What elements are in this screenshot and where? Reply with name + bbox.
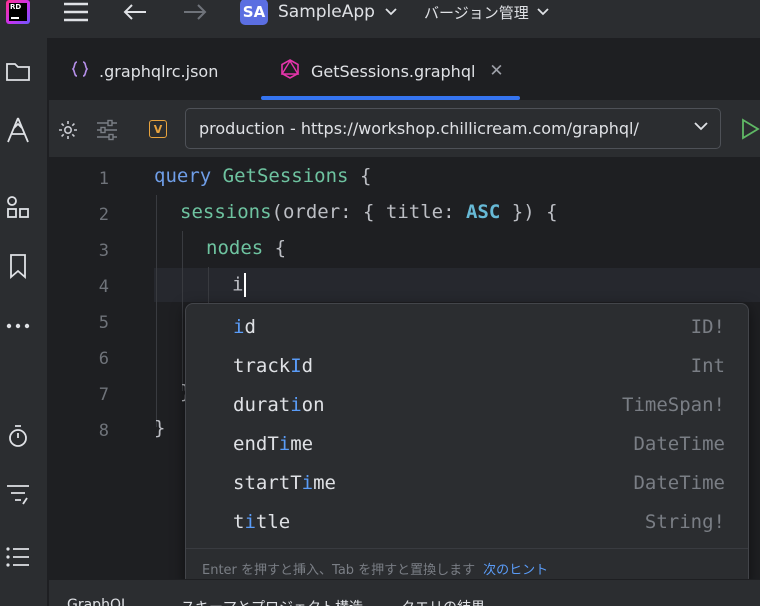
tab-graphqlrc-json[interactable]: .graphqlrc.json [71,56,218,86]
code-line-4: i [232,273,247,297]
enum-value: ASC [465,201,501,223]
field-nodes: nodes [206,237,264,259]
tab-label: .graphqlrc.json [99,61,219,81]
close-icon[interactable]: ✕ [489,61,503,81]
project-name: SampleApp [278,2,375,22]
graphql-schema-icon[interactable] [4,116,32,144]
run-query-button[interactable] [739,118,760,144]
main-menu-icon[interactable] [62,0,90,24]
rider-logo-icon[interactable]: RD [6,0,30,24]
bookmark-icon[interactable] [4,252,32,280]
completion-item-starttime[interactable]: startTime DateTime [186,465,748,504]
code-line-3: nodes { [206,237,286,259]
graphql-icon [279,58,301,84]
title-bar: RD SA SampleApp バージョン管理 [0,0,760,38]
stopwatch-icon[interactable] [4,422,32,450]
line-number: 3 [98,241,109,261]
indent-guide [182,231,183,391]
args-open: (order: { title: [271,201,466,223]
tab-label: GetSessions.graphql [311,61,476,81]
line-number: 7 [98,385,109,405]
structure-icon[interactable] [4,193,32,221]
vcs-menu[interactable]: バージョン管理 [424,0,549,24]
completion-item-id[interactable]: id ID! [186,309,748,348]
completion-item-endtime[interactable]: endTime DateTime [186,426,748,465]
chevron-down-icon [385,8,397,16]
forward-arrow-icon[interactable] [180,0,210,24]
chevron-down-icon [694,122,708,131]
left-tool-strip [0,38,48,606]
line-number: 4 [98,277,109,297]
typed-text: i [232,273,244,296]
completion-hint: Enter を押すと挿入、Tab を押すと置換します [202,562,476,578]
tab-schema-structure[interactable]: スキーマとプロジェクト構造 [181,597,363,606]
completion-item-duration[interactable]: duration TimeSpan! [186,387,748,426]
line-number: 2 [98,205,109,225]
endpoint-select[interactable]: production - https://workshop.chillicrea… [185,108,721,149]
code-line-8: } [154,417,165,439]
indent-guide [156,195,157,427]
line-number: 1 [98,169,109,189]
completion-item-trackid[interactable]: trackId Int [186,348,748,387]
completion-label: duration [233,394,325,416]
project-avatar: SA [240,0,268,25]
completion-label: id [233,316,256,338]
gear-icon[interactable] [54,116,82,144]
completion-label: startTime [233,472,336,494]
completion-item-title[interactable]: title String! [186,504,748,543]
code-line-1: query GetSessions { [154,165,371,187]
tab-graphql-tool[interactable]: GraphQL [67,597,129,606]
completion-type: String! [644,511,725,533]
brace: { [348,165,372,187]
vcs-label: バージョン管理 [424,3,529,22]
tab-getsessions-graphql[interactable]: GetSessions.graphql ✕ [279,56,504,86]
folder-icon[interactable] [4,58,32,86]
keyword-query: query [154,165,212,187]
completion-popup: id ID! trackId Int duration TimeSpan! en… [185,303,749,586]
editor-tabs: .graphqlrc.json GetSessions.graphql ✕ [49,38,760,100]
filter-icon[interactable] [4,480,32,508]
bottom-tool-strip: GraphQL スキーマとプロジェクト構造 クエリの結果 [49,579,760,606]
completion-label: title [233,511,291,533]
chevron-down-icon [537,8,549,16]
line-number: 6 [98,349,109,369]
completion-type: TimeSpan! [622,394,725,416]
settings-sliders-icon[interactable] [93,116,121,144]
tab-query-results[interactable]: クエリの結果 [401,597,485,606]
brace: } [154,417,166,439]
completion-type: DateTime [633,433,725,455]
endpoint-value: production - https://workshop.chillicrea… [199,119,639,138]
completion-type: DateTime [633,472,725,494]
text-caret [244,273,247,297]
code-line-2: sessions(order: { title: ASC }) { [180,201,558,223]
more-tools-icon[interactable] [4,312,32,340]
completion-type: ID! [690,316,725,338]
args-close: }) { [500,201,558,223]
completion-label: endTime [233,433,314,455]
list-icon[interactable] [4,543,32,571]
variables-badge[interactable]: V [149,120,167,138]
completion-type: Int [690,355,725,377]
back-arrow-icon[interactable] [120,0,150,24]
next-tip-link[interactable]: 次のヒント [483,559,548,578]
line-number: 8 [98,421,109,441]
project-selector[interactable]: SA SampleApp [240,0,397,25]
brace: { [263,237,287,259]
line-number: 5 [98,313,109,333]
field-sessions: sessions [180,201,272,223]
graphql-toolbar: V production - https://workshop.chillicr… [49,100,760,158]
completion-label: trackId [233,355,314,377]
json-braces-icon [71,60,89,82]
operation-name: GetSessions [222,165,349,187]
